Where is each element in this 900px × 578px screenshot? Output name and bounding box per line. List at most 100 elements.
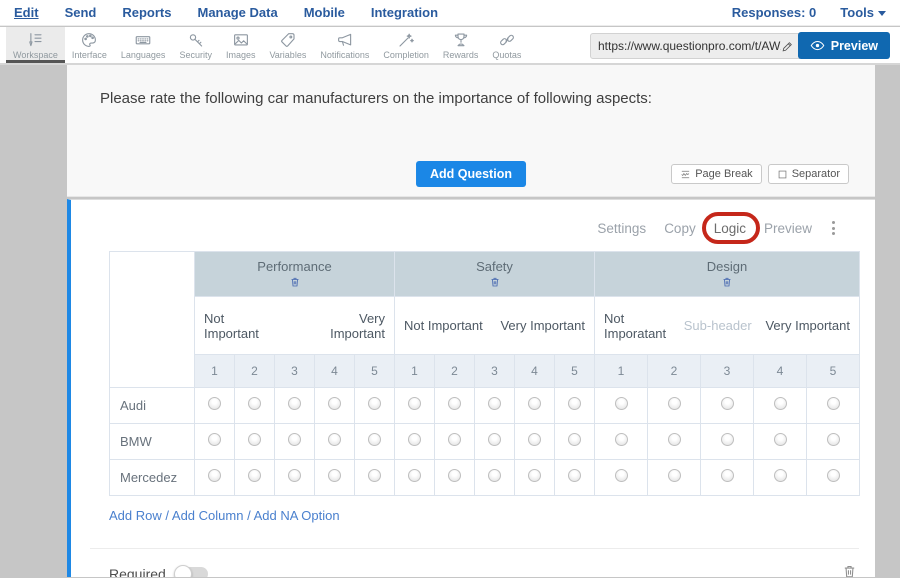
row-label-bmw[interactable]: BMW xyxy=(110,424,195,460)
tool-variables[interactable]: Variables xyxy=(262,27,313,63)
radio-button[interactable] xyxy=(248,433,261,446)
radio-button[interactable] xyxy=(208,469,221,482)
radio-button[interactable] xyxy=(668,469,681,482)
radio-button[interactable] xyxy=(488,433,501,446)
subheader-safety[interactable]: Not ImportantVery Important xyxy=(395,297,595,355)
radio-button[interactable] xyxy=(615,433,628,446)
subheader-performance[interactable]: Not ImportantVery Important xyxy=(195,297,395,355)
action-copy[interactable]: Copy xyxy=(664,221,696,236)
page-break-button[interactable]: Page Break xyxy=(671,164,761,184)
radio-button[interactable] xyxy=(528,433,541,446)
tool-completion[interactable]: Completion xyxy=(376,27,436,63)
radio-button[interactable] xyxy=(408,397,421,410)
radio-button[interactable] xyxy=(488,397,501,410)
question-text[interactable]: Please rate the following car manufactur… xyxy=(67,65,875,107)
matrix-corner-cell xyxy=(110,252,195,388)
radio-button[interactable] xyxy=(328,469,341,482)
scale-label: 2 xyxy=(648,355,701,388)
radio-button[interactable] xyxy=(568,397,581,410)
radio-button[interactable] xyxy=(248,469,261,482)
tool-images[interactable]: Images xyxy=(219,27,263,63)
radio-button[interactable] xyxy=(208,397,221,410)
radio-button[interactable] xyxy=(368,397,381,410)
tool-languages[interactable]: Languages xyxy=(114,27,173,63)
scale-label: 2 xyxy=(235,355,275,388)
action-settings[interactable]: Settings xyxy=(597,221,646,236)
add-column-link[interactable]: Add Column xyxy=(172,508,244,523)
subheader-design[interactable]: Not ImporatantSub-headerVery Important xyxy=(595,297,860,355)
row-label-mercedez[interactable]: Mercedez xyxy=(110,460,195,496)
radio-button[interactable] xyxy=(774,433,787,446)
radio-button[interactable] xyxy=(248,397,261,410)
tool-security[interactable]: Security xyxy=(172,27,219,63)
radio-button[interactable] xyxy=(448,433,461,446)
matrix-table: Performance Safety Design Not ImportantV… xyxy=(109,251,860,496)
radio-button[interactable] xyxy=(288,397,301,410)
tool-notifications[interactable]: Notifications xyxy=(313,27,376,63)
radio-button[interactable] xyxy=(668,433,681,446)
add-row-link[interactable]: Add Row xyxy=(109,508,162,523)
delete-group-icon[interactable] xyxy=(721,276,733,288)
add-question-button[interactable]: Add Question xyxy=(416,161,526,187)
radio-button[interactable] xyxy=(288,469,301,482)
more-options-icon[interactable] xyxy=(830,219,837,237)
radio-button[interactable] xyxy=(528,397,541,410)
add-na-option-link[interactable]: Add NA Option xyxy=(254,508,340,523)
edit-toolbar: Workspace Interface Languages Security I… xyxy=(0,27,900,65)
radio-button[interactable] xyxy=(827,433,840,446)
tag-icon xyxy=(279,31,297,49)
delete-question-button[interactable] xyxy=(842,563,857,577)
radio-button[interactable] xyxy=(328,433,341,446)
chevron-down-icon xyxy=(878,11,886,16)
radio-button[interactable] xyxy=(368,469,381,482)
radio-button[interactable] xyxy=(328,397,341,410)
nav-reports[interactable]: Reports xyxy=(122,5,171,20)
radio-button[interactable] xyxy=(368,433,381,446)
radio-button[interactable] xyxy=(721,433,734,446)
radio-button[interactable] xyxy=(448,397,461,410)
radio-button[interactable] xyxy=(208,433,221,446)
radio-button[interactable] xyxy=(408,469,421,482)
required-toggle[interactable] xyxy=(176,567,208,577)
radio-button[interactable] xyxy=(528,469,541,482)
nav-send[interactable]: Send xyxy=(65,5,97,20)
radio-button[interactable] xyxy=(288,433,301,446)
radio-button[interactable] xyxy=(774,469,787,482)
tool-interface[interactable]: Interface xyxy=(65,27,114,63)
radio-button[interactable] xyxy=(668,397,681,410)
tool-quotas[interactable]: Quotas xyxy=(485,27,528,63)
tool-workspace[interactable]: Workspace xyxy=(6,27,65,63)
action-logic[interactable]: Logic xyxy=(714,221,746,236)
preview-button[interactable]: Preview xyxy=(798,32,890,59)
radio-button[interactable] xyxy=(827,469,840,482)
nav-edit[interactable]: Edit xyxy=(14,5,39,20)
key-icon xyxy=(187,31,205,49)
radio-button[interactable] xyxy=(448,469,461,482)
tool-rewards[interactable]: Rewards xyxy=(436,27,486,63)
radio-button[interactable] xyxy=(774,397,787,410)
radio-button[interactable] xyxy=(721,397,734,410)
scale-label: 1 xyxy=(195,355,235,388)
radio-button[interactable] xyxy=(615,469,628,482)
survey-canvas: Please rate the following car manufactur… xyxy=(67,65,875,578)
radio-button[interactable] xyxy=(827,397,840,410)
edit-pencil-icon[interactable] xyxy=(781,40,794,53)
delete-group-icon[interactable] xyxy=(489,276,501,288)
radio-button[interactable] xyxy=(488,469,501,482)
tools-menu[interactable]: Tools xyxy=(840,5,886,20)
row-label-audi[interactable]: Audi xyxy=(110,388,195,424)
nav-integration[interactable]: Integration xyxy=(371,5,438,20)
separator-button[interactable]: Separator xyxy=(768,164,849,184)
radio-button[interactable] xyxy=(408,433,421,446)
radio-button[interactable] xyxy=(721,469,734,482)
radio-button[interactable] xyxy=(615,397,628,410)
radio-button[interactable] xyxy=(568,469,581,482)
radio-button[interactable] xyxy=(568,433,581,446)
action-preview[interactable]: Preview xyxy=(764,221,812,236)
delete-group-icon[interactable] xyxy=(289,276,301,288)
survey-url-field[interactable]: https://www.questionpro.com/t/AW22ZcC xyxy=(590,33,802,59)
table-row: Audi xyxy=(110,388,860,424)
nav-mobile[interactable]: Mobile xyxy=(304,5,345,20)
nav-manage-data[interactable]: Manage Data xyxy=(197,5,277,20)
table-row: Mercedez xyxy=(110,460,860,496)
